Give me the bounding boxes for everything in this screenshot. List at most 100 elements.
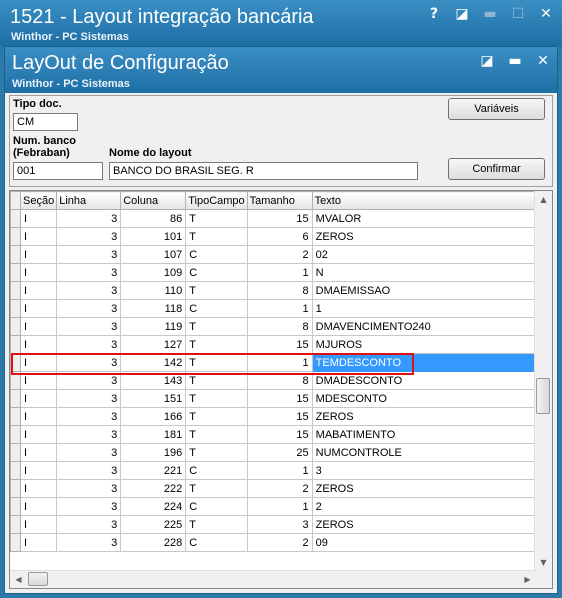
cell-texto[interactable]: DMADESCONTO [311,371,536,390]
cell-tamanho[interactable]: 1 [246,299,313,318]
cell-texto[interactable]: MDESCONTO [311,389,536,408]
cell-coluna[interactable]: 196 [120,443,187,462]
row-indicator[interactable] [10,299,21,318]
table-row[interactable]: I 3 222 T 2 ZEROS [10,479,536,498]
minimize-icon[interactable]: ▬ [482,6,498,22]
cell-tamanho[interactable]: 3 [246,515,313,534]
nome-layout-field[interactable]: BANCO DO BRASIL SEG. R [109,162,418,180]
cell-tamanho[interactable]: 15 [246,425,313,444]
vertical-scroll-thumb[interactable] [536,378,550,414]
table-row[interactable]: I 3 109 C 1 N [10,263,536,282]
cell-secao[interactable]: I [19,245,58,264]
cell-texto[interactable]: 02 [311,245,536,264]
table-row[interactable]: I 3 166 T 15 ZEROS [10,407,536,426]
cell-linha[interactable]: 3 [56,371,122,390]
table-row[interactable]: I 3 101 T 6 ZEROS [10,227,536,246]
scroll-up-icon[interactable]: ▲ [535,191,552,208]
table-row[interactable]: I 3 181 T 15 MABATIMENTO [10,425,536,444]
cell-tamanho[interactable]: 8 [246,317,313,336]
scroll-left-icon[interactable]: ◀ [10,571,27,588]
close-icon[interactable]: ✕ [538,6,554,22]
cell-secao[interactable]: I [19,299,58,318]
cell-linha[interactable]: 3 [56,479,122,498]
cell-secao[interactable]: I [19,371,58,390]
cell-tipocampo[interactable]: T [185,227,248,246]
tipo-doc-field[interactable]: CM [13,113,78,131]
edit-icon[interactable]: ◪ [454,6,470,22]
cell-tipocampo[interactable]: T [185,317,248,336]
row-indicator[interactable] [10,281,21,300]
cell-tipocampo[interactable]: C [185,533,248,552]
column-header-secao[interactable]: Seção [19,191,58,210]
cell-secao[interactable]: I [19,461,58,480]
cell-coluna[interactable]: 221 [120,461,187,480]
cell-tipocampo[interactable]: T [185,209,248,228]
cell-tipocampo[interactable]: C [185,263,248,282]
cell-tipocampo[interactable]: C [185,497,248,516]
horizontal-scrollbar[interactable]: ◀ ▶ [10,570,536,588]
row-indicator[interactable] [10,407,21,426]
cell-texto[interactable]: 09 [311,533,536,552]
row-indicator[interactable] [10,515,21,534]
cell-linha[interactable]: 3 [56,263,122,282]
table-row[interactable]: I 3 221 C 1 3 [10,461,536,480]
table-row[interactable]: I 3 127 T 15 MJUROS [10,335,536,354]
table-row[interactable]: I 3 110 T 8 DMAEMISSAO [10,281,536,300]
inner-titlebar[interactable]: LayOut de Configuração Winthor - PC Sist… [5,47,557,93]
cell-tamanho[interactable]: 1 [246,353,313,372]
cell-linha[interactable]: 3 [56,227,122,246]
cell-tipocampo[interactable]: T [185,425,248,444]
cell-coluna[interactable]: 110 [120,281,187,300]
cell-tipocampo[interactable]: C [185,299,248,318]
cell-texto[interactable]: ZEROS [311,407,536,426]
cell-tipocampo[interactable]: T [185,281,248,300]
cell-tipocampo[interactable]: T [185,353,248,372]
cell-texto[interactable]: MABATIMENTO [311,425,536,444]
cell-linha[interactable]: 3 [56,443,122,462]
cell-coluna[interactable]: 109 [120,263,187,282]
column-header-tamanho[interactable]: Tamanho [246,191,313,210]
vertical-scrollbar[interactable]: ▲ ▼ [534,191,552,571]
column-header-linha[interactable]: Linha [56,191,122,210]
row-indicator[interactable] [10,209,21,228]
cell-tamanho[interactable]: 15 [246,407,313,426]
cell-texto[interactable]: DMAEMISSAO [311,281,536,300]
table-row[interactable]: I 3 228 C 2 09 [10,533,536,552]
cell-secao[interactable]: I [19,335,58,354]
cell-secao[interactable]: I [19,317,58,336]
cell-secao[interactable]: I [19,497,58,516]
table-row[interactable]: I 3 86 T 15 MVALOR [10,209,536,228]
row-indicator[interactable] [10,479,21,498]
cell-tipocampo[interactable]: T [185,389,248,408]
cell-tamanho[interactable]: 2 [246,479,313,498]
table-row[interactable]: I 3 107 C 2 02 [10,245,536,264]
cell-linha[interactable]: 3 [56,299,122,318]
cell-coluna[interactable]: 127 [120,335,187,354]
cell-secao[interactable]: I [19,425,58,444]
column-header-texto[interactable]: Texto [311,191,536,210]
cell-linha[interactable]: 3 [56,353,122,372]
confirmar-button[interactable]: Confirmar [448,158,545,180]
outer-titlebar[interactable]: 1521 - Layout integração bancária Wintho… [0,0,562,46]
table-row[interactable]: I 3 151 T 15 MDESCONTO [10,389,536,408]
cell-secao[interactable]: I [19,209,58,228]
cell-coluna[interactable]: 119 [120,317,187,336]
row-indicator[interactable] [10,443,21,462]
cell-linha[interactable]: 3 [56,245,122,264]
scroll-down-icon[interactable]: ▼ [535,554,552,571]
close-icon[interactable]: ✕ [535,53,551,69]
cell-tipocampo[interactable]: T [185,443,248,462]
cell-texto[interactable]: N [311,263,536,282]
table-row[interactable]: I 3 143 T 8 DMADESCONTO [10,371,536,390]
cell-tipocampo[interactable]: C [185,245,248,264]
help-icon[interactable]: ? [426,6,442,22]
row-indicator[interactable] [10,371,21,390]
cell-secao[interactable]: I [19,281,58,300]
cell-coluna[interactable]: 107 [120,245,187,264]
cell-coluna[interactable]: 151 [120,389,187,408]
cell-secao[interactable]: I [19,407,58,426]
row-indicator[interactable] [10,497,21,516]
horizontal-scroll-thumb[interactable] [28,572,48,586]
cell-coluna[interactable]: 101 [120,227,187,246]
cell-texto[interactable]: ZEROS [311,479,536,498]
